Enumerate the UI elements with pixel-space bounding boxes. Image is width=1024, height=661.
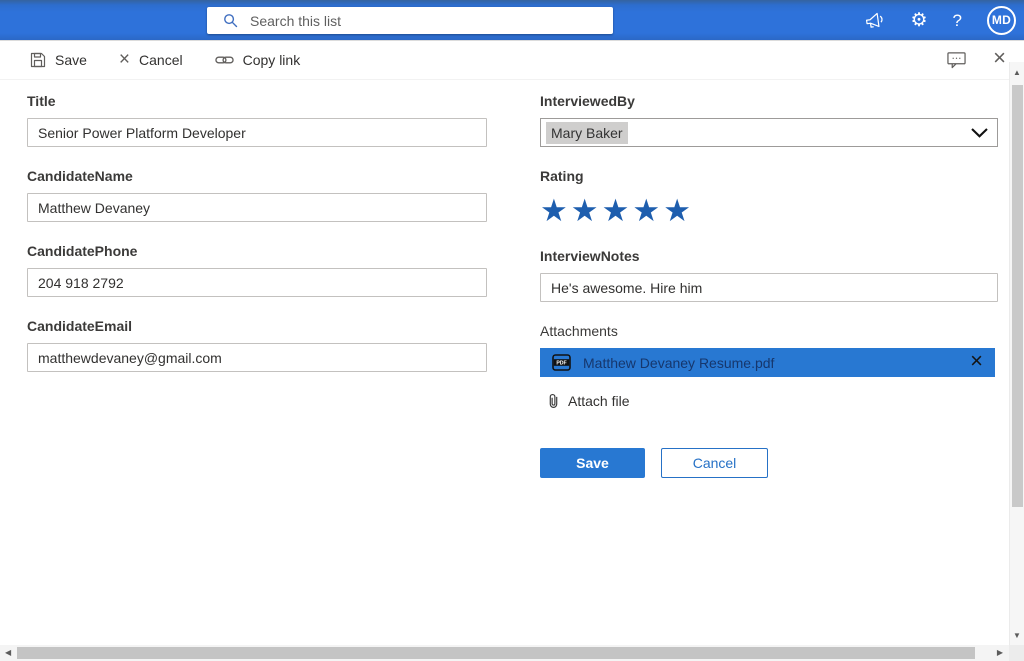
remove-attachment-icon[interactable]: [970, 352, 983, 373]
announcements-icon[interactable]: [864, 11, 885, 29]
comment-icon[interactable]: [947, 51, 966, 69]
rating-label: Rating: [540, 168, 998, 184]
settings-gear-icon[interactable]: [910, 11, 927, 30]
attachments-label: Attachments: [540, 323, 998, 339]
field-title: Title: [27, 93, 487, 147]
vertical-scrollbar[interactable]: ▲ ▼: [1009, 62, 1024, 645]
form-left-column: Title CandidateName CandidatePhone Candi…: [27, 93, 487, 393]
rating-stars: [540, 193, 998, 227]
form-cancel-button[interactable]: Cancel: [661, 448, 768, 478]
scrollbar-corner: [1009, 645, 1024, 661]
scroll-left-arrow-icon[interactable]: ◀: [5, 645, 11, 661]
interviewed-by-value: Mary Baker: [546, 122, 628, 144]
search-input[interactable]: [250, 7, 613, 34]
attachment-file-name: Matthew Devaney Resume.pdf: [583, 355, 958, 371]
candidate-name-input[interactable]: [27, 193, 487, 222]
horizontal-scrollbar[interactable]: ◀ ▶: [0, 645, 1009, 661]
star-icon[interactable]: [632, 195, 660, 226]
candidate-email-label: CandidateEmail: [27, 318, 487, 334]
copy-link-command[interactable]: Copy link: [215, 52, 301, 68]
title-label: Title: [27, 93, 487, 109]
interview-notes-input[interactable]: [540, 273, 998, 302]
save-floppy-icon: [30, 52, 46, 68]
svg-text:PDF: PDF: [556, 361, 566, 367]
form-save-button[interactable]: Save: [540, 448, 645, 478]
star-icon[interactable]: [571, 195, 599, 226]
scroll-right-arrow-icon[interactable]: ▶: [997, 645, 1003, 661]
candidate-phone-label: CandidatePhone: [27, 243, 487, 259]
chevron-down-icon: [971, 128, 988, 138]
search-icon: [223, 13, 238, 28]
vertical-scrollbar-thumb[interactable]: [1012, 85, 1023, 507]
candidate-phone-input[interactable]: [27, 268, 487, 297]
cancel-x-icon: [119, 53, 130, 67]
paperclip-icon: [548, 392, 559, 409]
field-attachments: Attachments PDF Matthew Devaney Resume.p…: [540, 323, 998, 478]
cancel-command[interactable]: Cancel: [119, 52, 183, 68]
scroll-up-arrow-icon[interactable]: ▲: [1010, 67, 1024, 79]
save-command[interactable]: Save: [30, 52, 87, 68]
field-candidate-name: CandidateName: [27, 168, 487, 222]
field-interviewed-by: InterviewedBy Mary Baker: [540, 93, 998, 147]
help-icon[interactable]: [953, 12, 962, 29]
account-avatar[interactable]: MD: [987, 6, 1016, 35]
cancel-command-label: Cancel: [139, 52, 183, 68]
copy-link-icon: [215, 53, 234, 67]
save-command-label: Save: [55, 52, 87, 68]
form-buttons-row: Save Cancel: [540, 448, 998, 478]
scroll-down-arrow-icon[interactable]: ▼: [1010, 630, 1024, 642]
field-candidate-phone: CandidatePhone: [27, 243, 487, 297]
horizontal-scrollbar-thumb[interactable]: [17, 647, 975, 659]
pdf-file-icon: PDF: [552, 354, 571, 371]
interview-notes-label: InterviewNotes: [540, 248, 998, 264]
candidate-name-label: CandidateName: [27, 168, 487, 184]
title-input[interactable]: [27, 118, 487, 147]
attach-file-label: Attach file: [568, 393, 629, 409]
star-icon[interactable]: [540, 195, 568, 226]
suite-bar: MD: [0, 0, 1024, 40]
copy-link-command-label: Copy link: [243, 52, 301, 68]
field-candidate-email: CandidateEmail: [27, 318, 487, 372]
attachment-item[interactable]: PDF Matthew Devaney Resume.pdf: [540, 348, 995, 377]
search-box[interactable]: [207, 7, 613, 34]
command-bar: Save Cancel Copy link: [0, 40, 1024, 80]
interviewed-by-dropdown[interactable]: Mary Baker: [540, 118, 998, 147]
attach-file-button[interactable]: Attach file: [548, 392, 998, 409]
field-interview-notes: InterviewNotes: [540, 248, 998, 302]
star-icon[interactable]: [602, 195, 630, 226]
candidate-email-input[interactable]: [27, 343, 487, 372]
interviewed-by-label: InterviewedBy: [540, 93, 998, 109]
star-icon[interactable]: [663, 195, 691, 226]
form-right-column: InterviewedBy Mary Baker Rating Intervie…: [540, 93, 998, 499]
close-icon[interactable]: [993, 50, 1006, 70]
field-rating: Rating: [540, 168, 998, 227]
